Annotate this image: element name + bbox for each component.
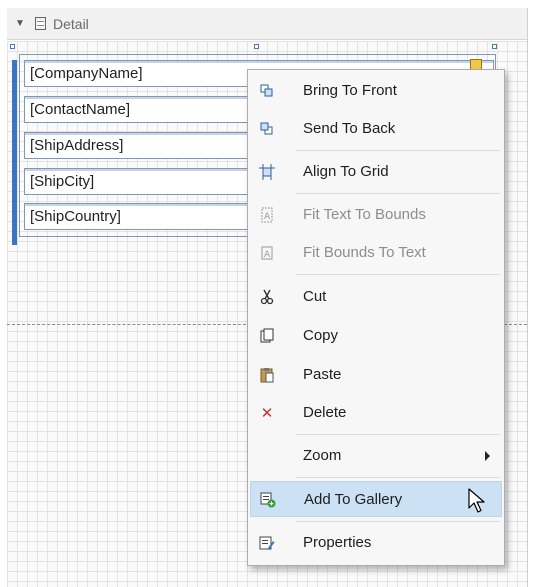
context-menu: Bring To Front Send To Back Align To Gri… [247,69,505,566]
align-to-grid-icon [259,164,275,180]
field-label-contact-name[interactable]: [ContactName] [24,96,250,123]
field-text: [ShipCountry] [30,208,121,225]
menu-item-paste[interactable]: Paste [250,357,502,393]
scissors-icon [259,289,275,305]
menu-separator [296,274,500,275]
selection-left-grip[interactable] [12,60,17,242]
paste-icon [259,367,275,383]
band-title: Detail [53,15,89,32]
menu-item-fit-bounds-to-text[interactable]: A Fit Bounds To Text [250,235,502,271]
menu-separator [296,521,500,522]
field-text: [CompanyName] [30,65,143,82]
selection-handle-top-middle[interactable] [254,44,259,49]
selection-handle-top-left[interactable] [10,44,15,49]
mouse-pointer-icon [468,488,485,513]
menu-item-properties[interactable]: Properties [250,525,502,561]
field-label-ship-city[interactable]: [ShipCity] [24,168,250,195]
collapse-triangle-icon[interactable]: ▼ [13,18,27,29]
menu-item-cut[interactable]: Cut [250,279,502,315]
menu-item-delete[interactable]: ✕ Delete [250,395,502,431]
field-text: [ShipAddress] [30,137,124,154]
menu-separator [296,477,500,478]
menu-separator [296,150,500,151]
fit-text-to-bounds-icon: A [259,207,275,223]
menu-item-send-to-back[interactable]: Send To Back [250,111,502,147]
properties-icon [259,535,275,551]
report-band-icon [35,17,46,30]
submenu-arrow-icon [485,451,490,461]
svg-text:A: A [264,250,271,260]
field-text: [ShipCity] [30,173,95,190]
bring-to-front-icon [259,83,275,99]
detail-band-header[interactable]: ▼ Detail [7,8,527,40]
menu-item-copy[interactable]: Copy [250,318,502,354]
field-text: [ContactName] [30,101,131,118]
svg-text:A: A [264,212,271,222]
menu-separator [296,193,500,194]
add-to-gallery-icon [260,492,276,508]
menu-item-align-to-grid[interactable]: Align To Grid [250,154,502,190]
menu-item-bring-to-front[interactable]: Bring To Front [250,73,502,109]
surface-right-edge [527,8,528,587]
field-label-ship-address[interactable]: [ShipAddress] [24,132,250,159]
menu-item-zoom[interactable]: Zoom [250,438,502,474]
menu-item-fit-text-to-bounds[interactable]: A Fit Text To Bounds [250,197,502,233]
selection-handle-top-right[interactable] [492,44,497,49]
copy-icon [259,328,275,344]
field-label-ship-country[interactable]: [ShipCountry] [24,203,250,230]
send-to-back-icon [259,121,275,137]
delete-x-icon: ✕ [260,405,274,422]
selection-handle-bottom-left[interactable] [12,240,17,245]
menu-separator [296,434,500,435]
menu-item-add-to-gallery[interactable]: Add To Gallery [250,481,502,517]
fit-bounds-to-text-icon: A [259,245,275,261]
